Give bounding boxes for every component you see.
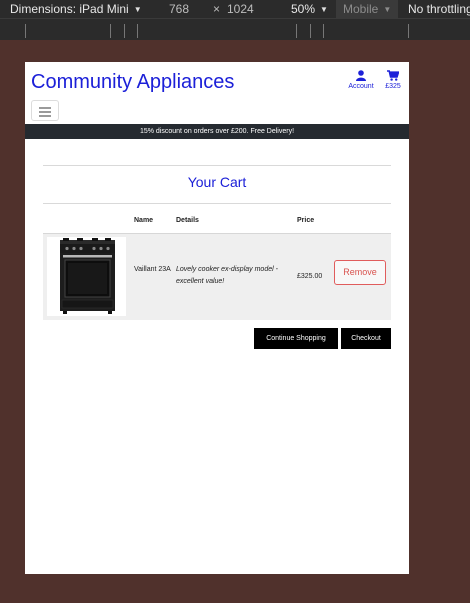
table-row: Vaillant 23A Lovely cooker ex-display mo…	[43, 233, 391, 320]
device-dimensions-select[interactable]: Dimensions: iPad Mini ▼	[10, 2, 142, 16]
dropdown-caret-icon: ▼	[383, 4, 392, 14]
ruler-tick	[110, 24, 111, 38]
account-label: Account	[348, 83, 374, 90]
ruler-tick	[124, 24, 125, 38]
device-width-input[interactable]: 768	[169, 2, 189, 16]
hamburger-icon	[39, 107, 51, 109]
product-details: Lovely cooker ex-display model - excelle…	[176, 266, 278, 285]
dropdown-caret-icon: ▼	[320, 4, 328, 14]
user-icon	[356, 70, 366, 81]
account-link[interactable]: Account	[344, 70, 378, 90]
product-image[interactable]	[47, 237, 126, 316]
divider	[43, 165, 391, 166]
ruler-tick	[408, 24, 409, 38]
shopping-bag-link[interactable]: £325	[382, 70, 404, 90]
product-name[interactable]: Vaillant 23A	[134, 264, 174, 276]
remove-button[interactable]: Remove	[334, 260, 386, 285]
menu-toggle-button[interactable]	[31, 100, 59, 121]
ruler-tick	[25, 24, 26, 38]
ruler-tick	[323, 24, 324, 38]
ruler-tick	[137, 24, 138, 38]
column-header-name: Name	[134, 217, 154, 224]
bag-total: £325	[385, 83, 401, 90]
zoom-label: 50%	[291, 2, 316, 16]
device-mode-label: Mobile	[343, 2, 379, 16]
promo-banner: 15% discount on orders over £200. Free D…	[25, 124, 409, 139]
device-height-input[interactable]: 1024	[227, 2, 254, 16]
checkout-button[interactable]: Checkout	[341, 328, 391, 349]
site-logo[interactable]: Community Appliances	[31, 71, 234, 94]
site-header: Community Appliances Account £325	[25, 62, 409, 124]
hamburger-icon	[39, 111, 51, 113]
column-header-price: Price	[297, 217, 315, 224]
media-query-ruler	[0, 18, 470, 40]
device-mode-select[interactable]: Mobile ▼	[336, 0, 399, 18]
zoom-select[interactable]: 50% ▼	[291, 2, 328, 16]
dimension-separator: ×	[213, 2, 221, 16]
devtools-toolbar: Dimensions: iPad Mini ▼ 768 × 1024 50% ▼…	[0, 0, 470, 18]
continue-shopping-button[interactable]: Continue Shopping	[254, 328, 338, 349]
throttling-select[interactable]: No throttling	[408, 2, 470, 16]
shopping-cart-icon	[387, 70, 399, 81]
device-viewport: Community Appliances Account £325 15% di…	[25, 62, 409, 574]
page-title: Your Cart	[187, 174, 247, 190]
cooker-image	[60, 238, 115, 314]
dropdown-caret-icon: ▼	[133, 4, 142, 14]
hamburger-icon	[39, 115, 51, 117]
ruler-tick	[310, 24, 311, 38]
column-header-details: Details	[176, 217, 199, 224]
product-price: £325.00	[297, 273, 323, 280]
ruler-tick	[296, 24, 297, 38]
device-dimensions-label: Dimensions: iPad Mini	[10, 2, 129, 16]
divider	[43, 203, 391, 204]
